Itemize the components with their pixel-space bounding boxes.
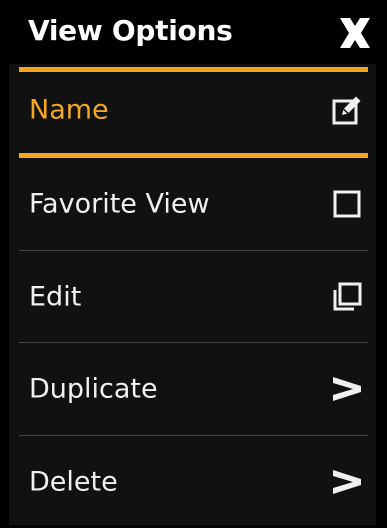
menu-item-label: Edit [29,281,82,313]
close-icon [340,18,370,48]
menu-item-favorite-view[interactable]: Favorite View [9,158,376,250]
menu-item-label: Name [29,94,109,126]
menu-item-name[interactable]: Name [9,67,376,153]
windows-icon [330,280,364,314]
chevron-right-icon [330,465,364,499]
menu-item-label: Delete [29,466,118,498]
view-options-dialog: View Options Name Favorite View Edit Dup… [0,0,387,525]
close-button[interactable] [337,16,373,50]
title-bar: View Options [0,0,387,64]
chevron-right-icon [330,372,364,406]
menu-item-duplicate[interactable]: Duplicate [9,343,376,435]
checkbox-icon[interactable] [330,187,364,221]
menu-item-label: Favorite View [29,188,210,220]
dialog-title: View Options [28,14,233,47]
menu-item-edit[interactable]: Edit [9,251,376,343]
menu-item-label: Duplicate [29,373,158,405]
menu-list: Name Favorite View Edit Duplicate Delete [9,64,376,525]
edit-icon [330,93,364,127]
menu-item-delete[interactable]: Delete [9,436,376,528]
